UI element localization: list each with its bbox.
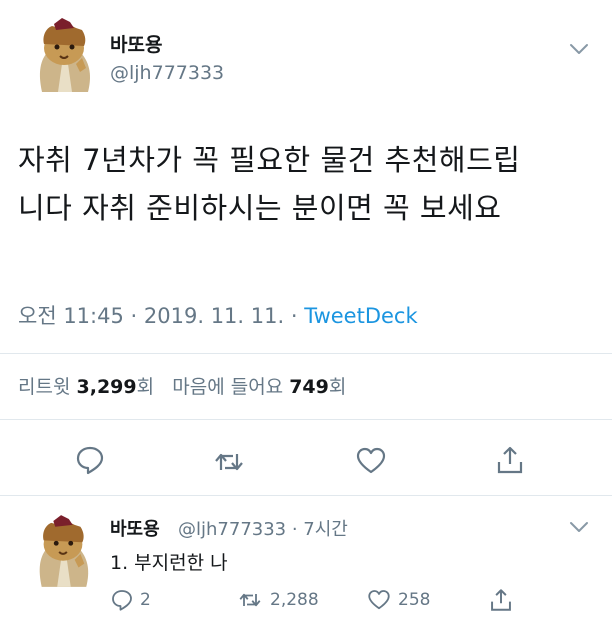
- share-icon: [491, 589, 511, 611]
- retweets-unit: 회: [136, 376, 155, 398]
- heart-icon[interactable]: [355, 445, 387, 477]
- reply-bubble-icon: [112, 590, 132, 611]
- likes-count: 749: [289, 376, 329, 398]
- likes-unit: 회: [328, 376, 347, 398]
- reply-text: 1. 부지런한 나: [110, 552, 228, 574]
- share-icon[interactable]: [494, 444, 526, 476]
- reply-count: 2: [140, 590, 151, 610]
- tweet-date[interactable]: 2019. 11. 11.: [144, 304, 284, 328]
- tweet-text: 자취 7년차가 꼭 필요한 물건 추천해드립 니다 자취 준비하시는 분이면 꼭…: [18, 136, 598, 232]
- chevron-down-icon[interactable]: [569, 521, 589, 533]
- like-count: 258: [398, 590, 431, 610]
- separator: ·: [290, 304, 298, 328]
- reply-reply-button[interactable]: 2: [110, 586, 151, 614]
- retweet-count: 2,288: [270, 590, 319, 610]
- retweet-icon: [239, 593, 261, 607]
- user-handle[interactable]: @ljh777333: [110, 62, 224, 84]
- reply-handle-time[interactable]: @ljh777333 · 7시간: [178, 515, 348, 541]
- main-tweet: 바또용 @ljh777333 자취 7년차가 꼭 필요한 물건 추천해드립 니다…: [0, 0, 612, 488]
- reply-bubble-icon[interactable]: [74, 444, 106, 476]
- reply-like-button[interactable]: 258: [366, 586, 430, 614]
- client-link[interactable]: TweetDeck: [304, 304, 417, 328]
- reply-retweet-button[interactable]: 2,288: [236, 586, 319, 614]
- retweets-stat[interactable]: 리트윗 3,299회: [18, 376, 160, 398]
- avatar[interactable]: [32, 515, 94, 587]
- retweet-icon[interactable]: [213, 446, 245, 478]
- likes-label: 마음에 들어요: [172, 376, 284, 398]
- reply-share-button[interactable]: [488, 586, 520, 614]
- display-name[interactable]: 바또용: [110, 30, 162, 57]
- chevron-down-icon[interactable]: [569, 43, 589, 55]
- divider: [0, 419, 612, 420]
- heart-icon: [368, 590, 390, 610]
- tweet-time[interactable]: 오전 11:45: [18, 304, 124, 328]
- divider: [0, 495, 612, 496]
- reply-display-name[interactable]: 바또용: [110, 515, 160, 541]
- likes-stat[interactable]: 마음에 들어요 749회: [172, 376, 346, 398]
- retweets-count: 3,299: [76, 376, 137, 398]
- tweet-text-line: 자취 7년차가 꼭 필요한 물건 추천해드립: [18, 143, 521, 177]
- tweet-text-line: 니다 자취 준비하시는 분이면 꼭 보세요: [18, 191, 502, 225]
- tweet-stats: 리트윗 3,299회 마음에 들어요 749회: [18, 372, 346, 399]
- avatar[interactable]: [32, 18, 96, 92]
- tweet-meta: 오전 11:45 · 2019. 11. 11. · TweetDeck: [18, 300, 418, 330]
- retweets-label: 리트윗: [18, 376, 71, 398]
- divider: [0, 353, 612, 354]
- separator: ·: [130, 304, 138, 328]
